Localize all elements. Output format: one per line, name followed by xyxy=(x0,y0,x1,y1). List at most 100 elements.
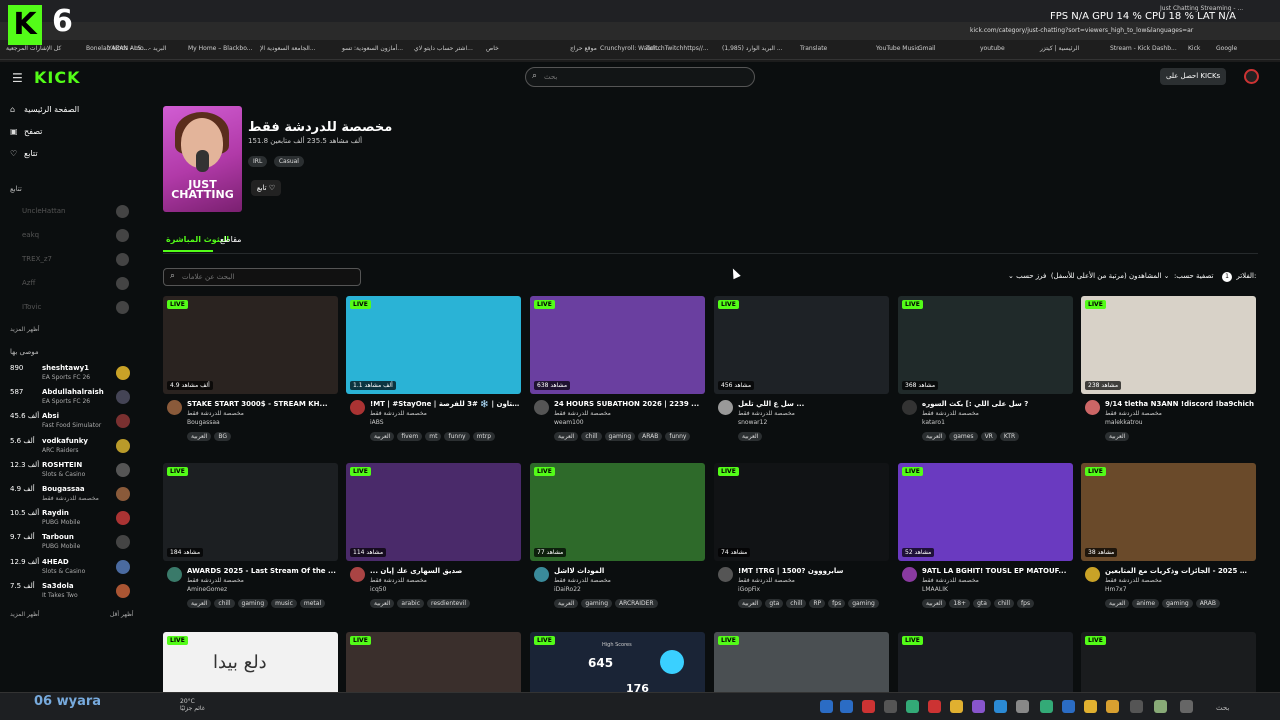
stream-thumbnail[interactable]: LIVE xyxy=(714,632,889,696)
taskbar-app-icon[interactable] xyxy=(820,700,833,713)
stream-thumbnail[interactable]: LIVE 238 مشاهد xyxy=(1081,296,1256,394)
stream-tag[interactable]: arabic xyxy=(397,599,425,608)
stream-tag[interactable]: 18+ xyxy=(949,599,971,608)
stream-category[interactable]: مخصصة للدردشة فقط xyxy=(187,410,244,417)
streamer-avatar[interactable] xyxy=(718,567,733,582)
stream-thumbnail[interactable]: LIVE 1.1 ألف مشاهد xyxy=(346,296,521,394)
stream-title[interactable]: سل على اللي :] بكث السوره ? xyxy=(922,400,1072,408)
streamer-name[interactable]: Hm7x7 xyxy=(1105,586,1127,593)
stream-title[interactable]: 24 HOURS SUBATHON 2026 | 2239 ... xyxy=(554,400,704,408)
offline-channel[interactable]: ITovic xyxy=(22,303,41,311)
stream-category[interactable]: مخصصة للدردشة فقط xyxy=(922,577,979,584)
sidebar-nav-item[interactable]: ♡ تتابع xyxy=(10,149,38,158)
taskbar-app-icon[interactable] xyxy=(1180,700,1193,713)
sidebar-nav-item[interactable]: ⌂ الصفحة الرئيسية xyxy=(10,105,79,114)
url-text[interactable]: kick.com/category/just-chatting?sort=vie… xyxy=(970,27,1193,34)
stream-tag[interactable]: metal xyxy=(299,599,326,608)
streamer-name[interactable]: Bougassaa xyxy=(187,419,220,426)
show-more-link[interactable]: أظهر المزيد xyxy=(10,326,40,333)
sidebar-nav-item[interactable]: ▣ تصفح xyxy=(10,127,42,136)
recommended-channel[interactable]: 12.9 ألف 4HEAD Slots & Casino xyxy=(10,558,135,582)
tag-search-box[interactable]: ⌕ xyxy=(163,268,361,286)
taskbar-app-icon[interactable] xyxy=(950,700,963,713)
tab-clips[interactable]: مقاطع xyxy=(220,235,241,244)
bookmark-item[interactable]: YAZAN ALS... - البريد xyxy=(108,45,166,52)
stream-tag[interactable]: العربية xyxy=(187,432,212,441)
category-tag[interactable]: IRL xyxy=(248,156,268,167)
streamer-name[interactable]: weam100 xyxy=(554,419,584,426)
search-input[interactable] xyxy=(544,73,734,81)
stream-tag[interactable]: resdientevil xyxy=(427,599,471,608)
stream-tag[interactable]: mtrp xyxy=(472,432,496,441)
bookmark-item[interactable]: Kick xyxy=(1188,45,1200,52)
taskbar-app-icon[interactable] xyxy=(884,700,897,713)
taskbar-app-icon[interactable] xyxy=(928,700,941,713)
stream-tag[interactable]: chill xyxy=(786,599,807,608)
stream-tag[interactable]: العربية xyxy=(922,599,947,608)
stream-tag[interactable]: anime xyxy=(1132,599,1160,608)
streamer-avatar[interactable] xyxy=(902,567,917,582)
taskbar-app-icon[interactable] xyxy=(1154,700,1167,713)
filters-button[interactable]: الفلاتر xyxy=(1236,272,1254,280)
recommended-channel[interactable]: 45.6 ألف Absi Fast Food Simulator xyxy=(10,412,135,436)
stream-tag[interactable]: KTR xyxy=(999,432,1020,441)
recommended-channel[interactable]: 890 sheshtawy1 EA Sports FC 26 xyxy=(10,364,135,388)
recommended-channel[interactable]: 9.7 ألف Tarboun PUBG Mobile xyxy=(10,533,135,557)
stream-category[interactable]: مخصصة للدردشة فقط xyxy=(738,577,795,584)
stream-tag[interactable]: RP xyxy=(809,599,826,608)
stream-thumbnail[interactable]: LIVE 38 مشاهد xyxy=(1081,463,1256,561)
tag-search-input[interactable] xyxy=(182,273,352,281)
stream-tag[interactable]: ARAB xyxy=(1195,599,1220,608)
search-box[interactable]: ⌕ xyxy=(525,67,755,87)
streamer-avatar[interactable] xyxy=(718,400,733,415)
streamer-name[interactable]: kataro1 xyxy=(922,419,945,426)
stream-thumbnail[interactable]: LIVE 77 مشاهد xyxy=(530,463,705,561)
bookmark-item[interactable]: أمازون السعودية: تسو... xyxy=(342,45,403,52)
menu-icon[interactable]: ☰ xyxy=(12,71,23,85)
streamer-name[interactable]: iGopFix xyxy=(738,586,760,593)
bookmark-item[interactable]: الجامعة السعودية الإ... xyxy=(260,45,316,52)
stream-title[interactable]: !MT !TRG | 1500? سابرووون xyxy=(738,567,888,575)
streamer-avatar[interactable] xyxy=(350,567,365,582)
stream-tag[interactable]: VR xyxy=(980,432,997,441)
stream-title[interactable]: الموداث لااشل xyxy=(554,567,704,575)
taskbar-app-icon[interactable] xyxy=(972,700,985,713)
stream-tag[interactable]: gaming xyxy=(581,599,613,608)
stream-tag[interactable]: funny xyxy=(444,432,470,441)
taskbar-app-icon[interactable] xyxy=(862,700,875,713)
bookmark-item[interactable]: My Home – Blackbo... xyxy=(188,45,253,52)
recommended-channel[interactable]: 5.6 ألف vodkafunky ARC Raiders xyxy=(10,437,135,461)
stream-tag[interactable]: العربية xyxy=(1105,599,1130,608)
browser-tab-title[interactable]: Just Chatting Streaming - ... xyxy=(1160,5,1243,12)
category-tag[interactable]: Casual xyxy=(273,156,304,167)
stream-thumbnail[interactable]: LIVE 52 مشاهد xyxy=(898,463,1073,561)
stream-tag[interactable]: العربية xyxy=(370,432,395,441)
stream-category[interactable]: مخصصة للدردشة فقط xyxy=(370,577,427,584)
stream-tag[interactable]: العربية xyxy=(554,432,579,441)
recommended-channel[interactable]: 587 Abdullahalraish EA Sports FC 26 xyxy=(10,388,135,412)
stream-thumbnail[interactable]: LIVE xyxy=(1081,632,1256,696)
stream-tag[interactable]: gaming xyxy=(237,599,269,608)
streamer-avatar[interactable] xyxy=(902,400,917,415)
stream-tag[interactable]: chill xyxy=(581,432,602,441)
taskbar-app-icon[interactable] xyxy=(1062,700,1075,713)
offline-channel[interactable]: eakq xyxy=(22,231,39,239)
weather-widget[interactable]: 20°C غائم جزئيًا xyxy=(180,698,205,712)
stream-tag[interactable]: العربية xyxy=(922,432,947,441)
follow-button[interactable]: تابع ♡ xyxy=(251,180,281,196)
streamer-name[interactable]: malekkatrou xyxy=(1105,419,1143,426)
stream-thumbnail[interactable]: LIVE 638 مشاهد xyxy=(530,296,705,394)
stream-thumbnail[interactable]: LIVE 74 مشاهد xyxy=(714,463,889,561)
taskbar-app-icon[interactable] xyxy=(1040,700,1053,713)
stream-title[interactable]: ريلايف 2025 - الجائزات وذكريات مع المتاب… xyxy=(1105,567,1255,575)
stream-thumbnail[interactable]: LIVE 456 مشاهد xyxy=(714,296,889,394)
offline-channel[interactable]: Azff xyxy=(22,279,35,287)
stream-title[interactable]: AWARDS 2025 - Last Stream Of the ... xyxy=(187,567,337,575)
stream-tag[interactable]: gta xyxy=(973,599,991,608)
stream-tag[interactable]: music xyxy=(271,599,297,608)
stream-tag[interactable]: العربية xyxy=(738,432,763,441)
stream-tag[interactable]: funny xyxy=(665,432,691,441)
stream-title[interactable]: 9ATL LA BGHIT! TOUSL EP MATOUF... xyxy=(922,567,1072,575)
stream-tag[interactable]: fivem xyxy=(397,432,423,441)
stream-thumbnail[interactable]: LIVE دلع بيدا xyxy=(163,632,338,696)
